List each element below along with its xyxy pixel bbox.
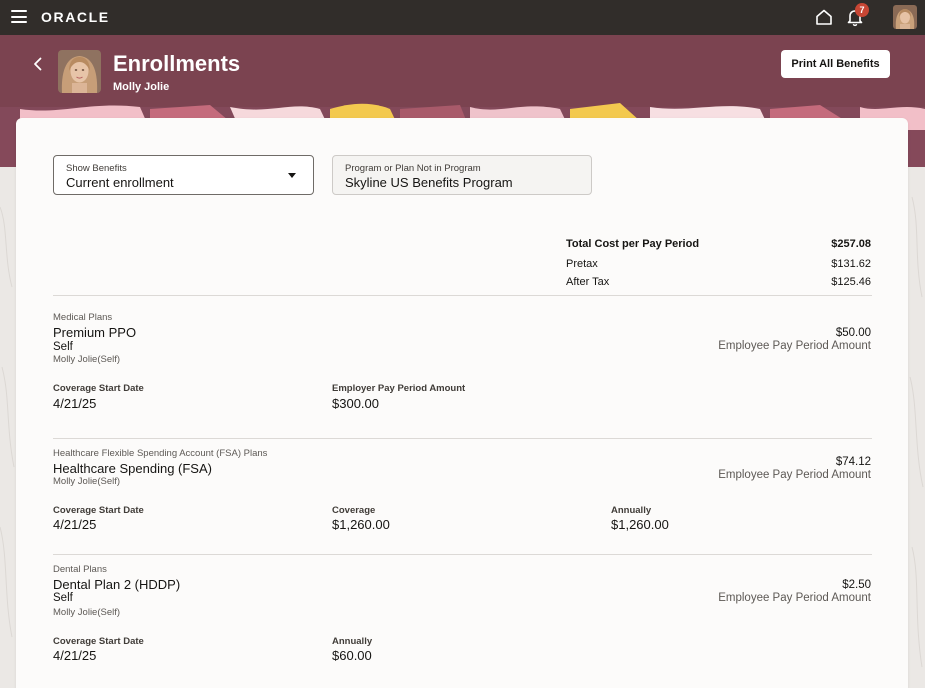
program-field: Program or Plan Not in Program Skyline U…	[332, 155, 592, 195]
detail-label: Coverage Start Date	[53, 383, 144, 394]
show-benefits-value: Current enrollment	[66, 175, 174, 190]
detail-label: Annually	[332, 636, 373, 647]
detail-value: $1,260.00	[332, 517, 390, 532]
program-value: Skyline US Benefits Program	[345, 175, 513, 190]
aftertax-label: After Tax	[566, 276, 610, 288]
pretax-value: $131.62	[831, 258, 871, 270]
employee-amount: $74.12	[835, 456, 871, 468]
coverage-level: Self	[53, 341, 73, 353]
plan-name[interactable]: Dental Plan 2 (HDDP)	[53, 577, 180, 592]
employee-amount-label: Employee Pay Period Amount	[718, 592, 871, 604]
total-cost-label: Total Cost per Pay Period	[566, 238, 700, 250]
covered-person: Molly Jolie(Self)	[53, 354, 121, 365]
background-texture	[908, 167, 925, 688]
total-cost-value: $257.08	[831, 238, 871, 250]
dropdown-caret-icon	[288, 173, 296, 178]
detail-value: 4/21/25	[53, 648, 97, 663]
hamburger-menu-icon[interactable]	[11, 10, 27, 23]
section-divider	[53, 438, 872, 439]
show-benefits-label: Show Benefits	[66, 163, 127, 174]
detail-label: Employer Pay Period Amount	[332, 383, 466, 394]
plan-category: Healthcare Flexible Spending Account (FS…	[53, 448, 268, 459]
detail-label: Annually	[611, 505, 652, 516]
print-all-benefits-button[interactable]: Print All Benefits	[781, 50, 890, 78]
top-navigation-bar: ORACLE 7	[0, 0, 925, 35]
detail-label: Coverage Start Date	[53, 636, 144, 647]
home-icon[interactable]	[814, 7, 834, 27]
employee-amount: $2.50	[842, 579, 871, 591]
section-divider	[53, 295, 872, 296]
covered-person: Molly Jolie(Self)	[53, 476, 121, 487]
page-title: Enrollments	[113, 51, 241, 76]
detail-value: $300.00	[332, 396, 379, 411]
oracle-logo[interactable]: ORACLE	[41, 9, 110, 25]
detail-label: Coverage Start Date	[53, 505, 144, 516]
person-name: Molly Jolie	[113, 81, 170, 93]
employee-amount: $50.00	[835, 327, 871, 339]
show-benefits-select[interactable]: Show Benefits Current enrollment	[53, 155, 314, 195]
employee-amount-label: Employee Pay Period Amount	[718, 340, 871, 352]
detail-label: Coverage	[332, 505, 376, 516]
coverage-level: Self	[53, 592, 73, 604]
detail-value: $1,260.00	[611, 517, 669, 532]
detail-value: 4/21/25	[53, 517, 97, 532]
plan-category: Medical Plans	[53, 312, 113, 323]
person-photo	[58, 50, 101, 93]
covered-person: Molly Jolie(Self)	[53, 607, 121, 618]
notification-count-badge: 7	[855, 3, 869, 17]
plan-name[interactable]: Premium PPO	[53, 325, 136, 340]
plan-category: Dental Plans	[53, 564, 107, 575]
user-avatar[interactable]	[893, 5, 917, 29]
background-texture	[0, 167, 16, 688]
aftertax-value: $125.46	[831, 276, 871, 288]
plan-name[interactable]: Healthcare Spending (FSA)	[53, 461, 212, 476]
section-divider	[53, 554, 872, 555]
pretax-label: Pretax	[566, 258, 598, 270]
detail-value: $60.00	[332, 648, 372, 663]
back-chevron-icon[interactable]	[30, 56, 46, 72]
detail-value: 4/21/25	[53, 396, 97, 411]
program-label: Program or Plan Not in Program	[345, 163, 481, 174]
employee-amount-label: Employee Pay Period Amount	[718, 469, 871, 481]
